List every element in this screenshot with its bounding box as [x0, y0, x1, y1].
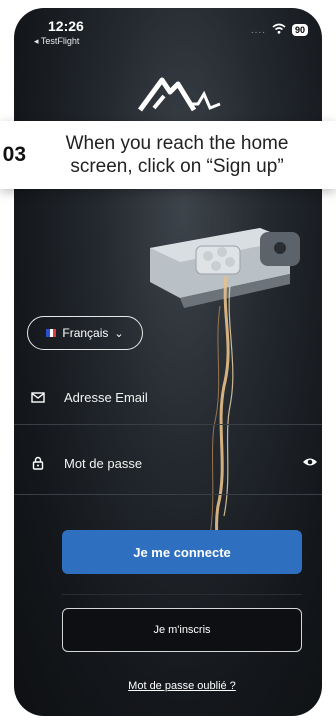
wifi-icon	[272, 21, 286, 39]
password-field-row	[30, 451, 322, 475]
show-password-eye-icon[interactable]	[302, 455, 318, 473]
signal-dots: ....	[250, 24, 266, 36]
forgot-password-link[interactable]: Mot de passe oublié ?	[62, 680, 302, 692]
language-selector[interactable]: Français ⌄	[27, 316, 143, 350]
mail-icon	[30, 389, 46, 405]
back-to-testflight-link[interactable]: ◂ TestFlight	[34, 36, 79, 47]
footbot-logo-icon	[134, 70, 226, 122]
password-input[interactable]	[64, 455, 284, 471]
battery-indicator: 90	[291, 24, 308, 36]
status-bar: 12:26 ◂ TestFlight .... 90	[14, 8, 322, 52]
french-flag-icon	[46, 329, 57, 337]
email-input[interactable]	[64, 389, 284, 405]
app-screen: 12:26 ◂ TestFlight .... 90 Français ⌄ Ad…	[14, 8, 322, 716]
spark-trail-image	[164, 275, 264, 567]
buttons-divider	[62, 594, 302, 595]
tutorial-step-number: 03	[2, 143, 26, 166]
password-divider	[14, 494, 322, 495]
email-field-row	[30, 385, 322, 409]
chevron-down-icon: ⌄	[114, 327, 124, 340]
signup-button[interactable]: Je m'inscris	[62, 608, 302, 652]
tutorial-callout: 03 When you reach the home screen, click…	[0, 121, 336, 189]
language-label: Français	[62, 326, 109, 340]
email-divider	[14, 424, 322, 425]
tutorial-instruction: When you reach the home screen, click on…	[65, 133, 289, 177]
status-time: 12:26	[48, 18, 84, 34]
login-button[interactable]: Je me connecte	[62, 530, 302, 574]
status-indicators: .... 90	[251, 21, 308, 39]
lock-icon	[30, 455, 46, 471]
